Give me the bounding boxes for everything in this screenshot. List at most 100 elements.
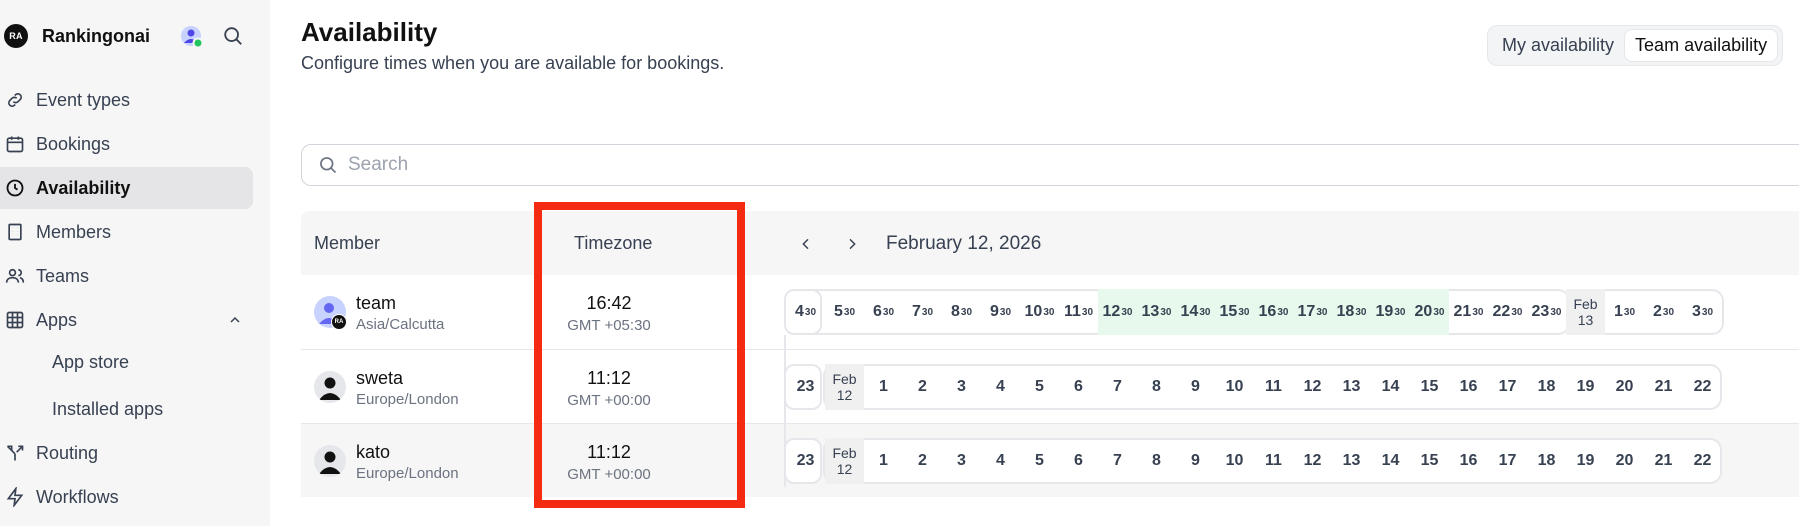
hour-slot[interactable]: 14 <box>1371 438 1410 484</box>
hour-slot[interactable]: 17 30 <box>1293 289 1332 335</box>
sidebar-item-routing[interactable]: Routing <box>0 432 253 474</box>
hour-slot[interactable]: 4 30 <box>786 289 825 335</box>
calendar-icon <box>4 133 26 155</box>
hour-slot[interactable]: 19 30 <box>1371 289 1410 335</box>
hour-slot[interactable]: 16 30 <box>1254 289 1293 335</box>
brand-name: Rankingonai <box>42 25 151 46</box>
my-availability-tab[interactable]: My availability <box>1492 29 1624 62</box>
chevron-right-icon <box>849 238 856 250</box>
hour-slot[interactable]: 9 <box>1176 364 1215 410</box>
hour-slot[interactable]: 13 30 <box>1137 289 1176 335</box>
hour-slot[interactable]: 15 30 <box>1215 289 1254 335</box>
hour-slot[interactable]: 18 30 <box>1332 289 1371 335</box>
search-input[interactable] <box>348 154 948 176</box>
hour-slot[interactable]: 5 <box>1020 438 1059 484</box>
hour-slot[interactable]: 2 30 <box>1644 289 1683 335</box>
hour-slot[interactable]: 16 <box>1449 438 1488 484</box>
hour-slot[interactable]: 17 <box>1488 364 1527 410</box>
hour-slot[interactable]: 23 <box>786 364 825 410</box>
hour-slot[interactable]: 8 <box>1137 438 1176 484</box>
sidebar-item-availability[interactable]: Availability <box>0 167 253 209</box>
hour-slot[interactable]: 13 <box>1332 364 1371 410</box>
hour-slot[interactable]: 6 <box>1059 438 1098 484</box>
sidebar-item-apps[interactable]: Apps <box>0 299 253 341</box>
hour-slot[interactable]: 20 <box>1605 438 1644 484</box>
sidebar-subitem-installed-apps[interactable]: Installed apps <box>52 391 163 427</box>
hour-slot[interactable]: 2 <box>903 438 942 484</box>
hour-slot[interactable]: 19 <box>1566 438 1605 484</box>
current-date: February 12, 2026 <box>886 233 1042 254</box>
hour-slot[interactable]: 11 30 <box>1059 289 1098 335</box>
hour-slot[interactable]: 11 <box>1254 438 1293 484</box>
hour-slot[interactable]: 8 <box>1137 364 1176 410</box>
hour-slot[interactable]: 14 <box>1371 364 1410 410</box>
user-avatar[interactable] <box>180 25 204 49</box>
hour-slot[interactable]: 4 <box>981 364 1020 410</box>
hour-slot[interactable]: 21 <box>1644 438 1683 484</box>
sidebar-item-label: Availability <box>36 177 131 198</box>
hour-slot[interactable]: 1 30 <box>1605 289 1644 335</box>
hour-slot[interactable]: 21 <box>1644 364 1683 410</box>
hour-slot[interactable]: 22 30 <box>1488 289 1527 335</box>
hour-slot[interactable]: 8 30 <box>942 289 981 335</box>
table-row[interactable]: kato Europe/London 11:12 GMT +00:00 23 Fe… <box>301 423 1799 497</box>
hour-slot[interactable]: 7 <box>1098 364 1137 410</box>
hour-slot[interactable]: 19 <box>1566 364 1605 410</box>
hour-slot[interactable]: 1 <box>864 438 903 484</box>
sidebar-subitem-app-store[interactable]: App store <box>52 344 129 380</box>
hour-slot[interactable]: 15 <box>1410 438 1449 484</box>
hour-slot[interactable]: 2 <box>903 364 942 410</box>
hour-slot[interactable]: 10 <box>1215 438 1254 484</box>
hour-slot[interactable]: 9 <box>1176 438 1215 484</box>
brand[interactable]: RA Rankingonai <box>4 24 150 48</box>
table-row[interactable]: sweta Europe/London 11:12 GMT +00:00 23 F… <box>301 349 1799 423</box>
hour-slot[interactable]: 16 <box>1449 364 1488 410</box>
hour-slot[interactable]: 12 <box>1293 364 1332 410</box>
hour-slot[interactable]: 21 30 <box>1449 289 1488 335</box>
hour-slot[interactable]: 3 <box>942 364 981 410</box>
hour-slot[interactable]: 9 30 <box>981 289 1020 335</box>
hour-slot[interactable]: 7 30 <box>903 289 942 335</box>
hour-slot[interactable]: 20 30 <box>1410 289 1449 335</box>
hour-slot[interactable]: 6 <box>1059 364 1098 410</box>
hour-slot[interactable]: 3 <box>942 438 981 484</box>
page-subtitle: Configure times when you are available f… <box>301 53 725 73</box>
hour-slot[interactable]: 12 <box>1293 438 1332 484</box>
hour-slot[interactable]: 18 <box>1527 438 1566 484</box>
table-row[interactable]: RA team Asia/Calcutta 16:42 GMT +05:30 4… <box>301 275 1799 349</box>
hour-slot[interactable]: 17 <box>1488 438 1527 484</box>
hour-slot[interactable]: 11 <box>1254 364 1293 410</box>
sidebar-item-members[interactable]: Members <box>0 211 253 253</box>
hour-slot[interactable]: 22 <box>1683 438 1722 484</box>
hour-slot[interactable]: 5 30 <box>825 289 864 335</box>
sidebar-item-teams[interactable]: Teams <box>0 255 253 297</box>
hour-slot[interactable]: 3 30 <box>1683 289 1722 335</box>
hour-slot[interactable]: 15 <box>1410 364 1449 410</box>
next-date-button[interactable] <box>837 229 867 259</box>
sidebar-item-bookings[interactable]: Bookings <box>0 123 253 165</box>
hour-slot[interactable]: 13 <box>1332 438 1371 484</box>
hour-slot[interactable]: 4 <box>981 438 1020 484</box>
sidebar-item-label: Teams <box>36 265 90 286</box>
hour-slot[interactable]: 6 30 <box>864 289 903 335</box>
hour-slot[interactable]: 20 <box>1605 364 1644 410</box>
hour-slot[interactable]: 23 <box>786 438 825 484</box>
team-availability-tab[interactable]: Team availability <box>1624 29 1779 62</box>
hour-slot[interactable]: 12 30 <box>1098 289 1137 335</box>
hour-slot[interactable]: 5 <box>1020 364 1059 410</box>
sidebar-item-label: Members <box>36 221 112 242</box>
hour-slot[interactable]: 18 <box>1527 364 1566 410</box>
search-icon[interactable] <box>222 25 244 47</box>
hour-slot[interactable]: 22 <box>1683 364 1722 410</box>
sidebar-item-workflows[interactable]: Workflows <box>0 476 253 518</box>
chevron-up-icon[interactable] <box>227 312 243 328</box>
hour-slot[interactable]: 23 30 <box>1527 289 1566 335</box>
hour-slot[interactable]: 10 30 <box>1020 289 1059 335</box>
hour-slot[interactable]: 1 <box>864 364 903 410</box>
sidebar-item-event-types[interactable]: Event types <box>0 79 253 121</box>
previous-date-button[interactable] <box>791 229 821 259</box>
hour-slot[interactable]: 7 <box>1098 438 1137 484</box>
hour-slot[interactable]: 14 30 <box>1176 289 1215 335</box>
hour-slot[interactable]: 10 <box>1215 364 1254 410</box>
user-avatar-icon <box>181 26 204 49</box>
